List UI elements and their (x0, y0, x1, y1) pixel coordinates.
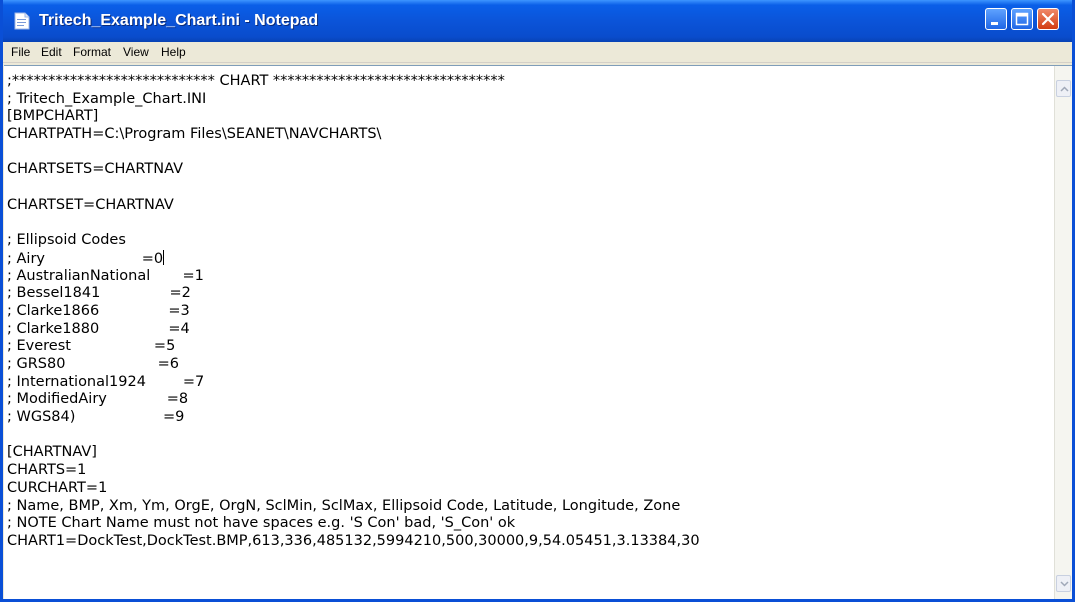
text-line: ; International1924 =7 (7, 373, 205, 390)
text-line: ; NOTE Chart Name must not have spaces e… (7, 515, 516, 532)
text-line: ; Name, BMP, Xm, Ym, OrgE, OrgN, SclMin,… (7, 497, 681, 514)
notepad-icon[interactable] (13, 12, 30, 30)
close-icon (1041, 12, 1055, 26)
text-line: CHARTSETS=CHARTNAV (7, 161, 183, 178)
editor-text[interactable]: ;**************************** CHART ****… (7, 73, 1047, 593)
minimize-icon (991, 22, 998, 25)
menu-help[interactable]: Help (161, 45, 186, 59)
text-line: ; Everest =5 (7, 338, 176, 355)
text-editor[interactable]: ;**************************** CHART ****… (4, 65, 1072, 599)
text-line: ; ModifiedAiry =8 (7, 391, 189, 408)
menu-file[interactable]: File (11, 45, 30, 59)
text-line (7, 179, 1047, 197)
text-caret (163, 249, 165, 265)
text-line-content: ; Airy =0 (7, 250, 164, 267)
text-line: ; Tritech_Example_Chart.INI (7, 90, 207, 107)
text-line (7, 144, 1047, 162)
vertical-scrollbar[interactable] (1054, 66, 1072, 599)
close-button[interactable] (1037, 8, 1059, 30)
text-line: CHART1=DockTest,DockTest.BMP,613,336,485… (7, 532, 700, 549)
text-line: ; Ellipsoid Codes (7, 232, 126, 249)
text-line: ; GRS80 =6 (7, 356, 180, 372)
maximize-icon (1015, 12, 1029, 26)
text-line: CHARTPATH=C:\Program Files\SEANET\NAVCHA… (7, 126, 382, 143)
text-line: CHARTSET=CHARTNAV (7, 196, 174, 213)
text-line: ; AustralianNational =1 (7, 267, 204, 284)
chevron-up-icon (1060, 86, 1069, 92)
notepad-window: Tritech_Example_Chart.ini - Notepad File… (0, 0, 1075, 602)
text-line: CURCHART=1 (7, 479, 108, 496)
text-line-with-caret: ; Airy =0 (7, 249, 1047, 268)
text-line (7, 215, 1047, 233)
menu-edit[interactable]: Edit (41, 45, 62, 59)
text-line: CHARTS=1 (7, 462, 87, 479)
text-line: [CHARTNAV] (7, 444, 97, 461)
text-line: [BMPCHART] (7, 108, 99, 125)
scroll-up-button[interactable] (1056, 80, 1071, 97)
text-line: ; Clarke1880 =4 (7, 320, 190, 337)
menu-view[interactable]: View (123, 45, 149, 59)
text-line: ; Bessel1841 =2 (7, 285, 191, 302)
title-bar[interactable]: Tritech_Example_Chart.ini - Notepad (3, 0, 1072, 42)
minimize-button[interactable] (985, 8, 1007, 30)
text-line: ;**************************** CHART ****… (7, 73, 505, 89)
chevron-down-icon (1060, 581, 1069, 587)
text-line: ; WGS84) =9 (7, 409, 185, 426)
menu-format[interactable]: Format (73, 45, 111, 59)
text-line: ; Clarke1866 =3 (7, 302, 190, 319)
text-line (7, 427, 1047, 445)
maximize-button[interactable] (1011, 8, 1033, 30)
window-title: Tritech_Example_Chart.ini - Notepad (39, 12, 319, 29)
menu-bar: File Edit Format View Help (3, 42, 1072, 63)
scroll-down-button[interactable] (1056, 575, 1071, 592)
